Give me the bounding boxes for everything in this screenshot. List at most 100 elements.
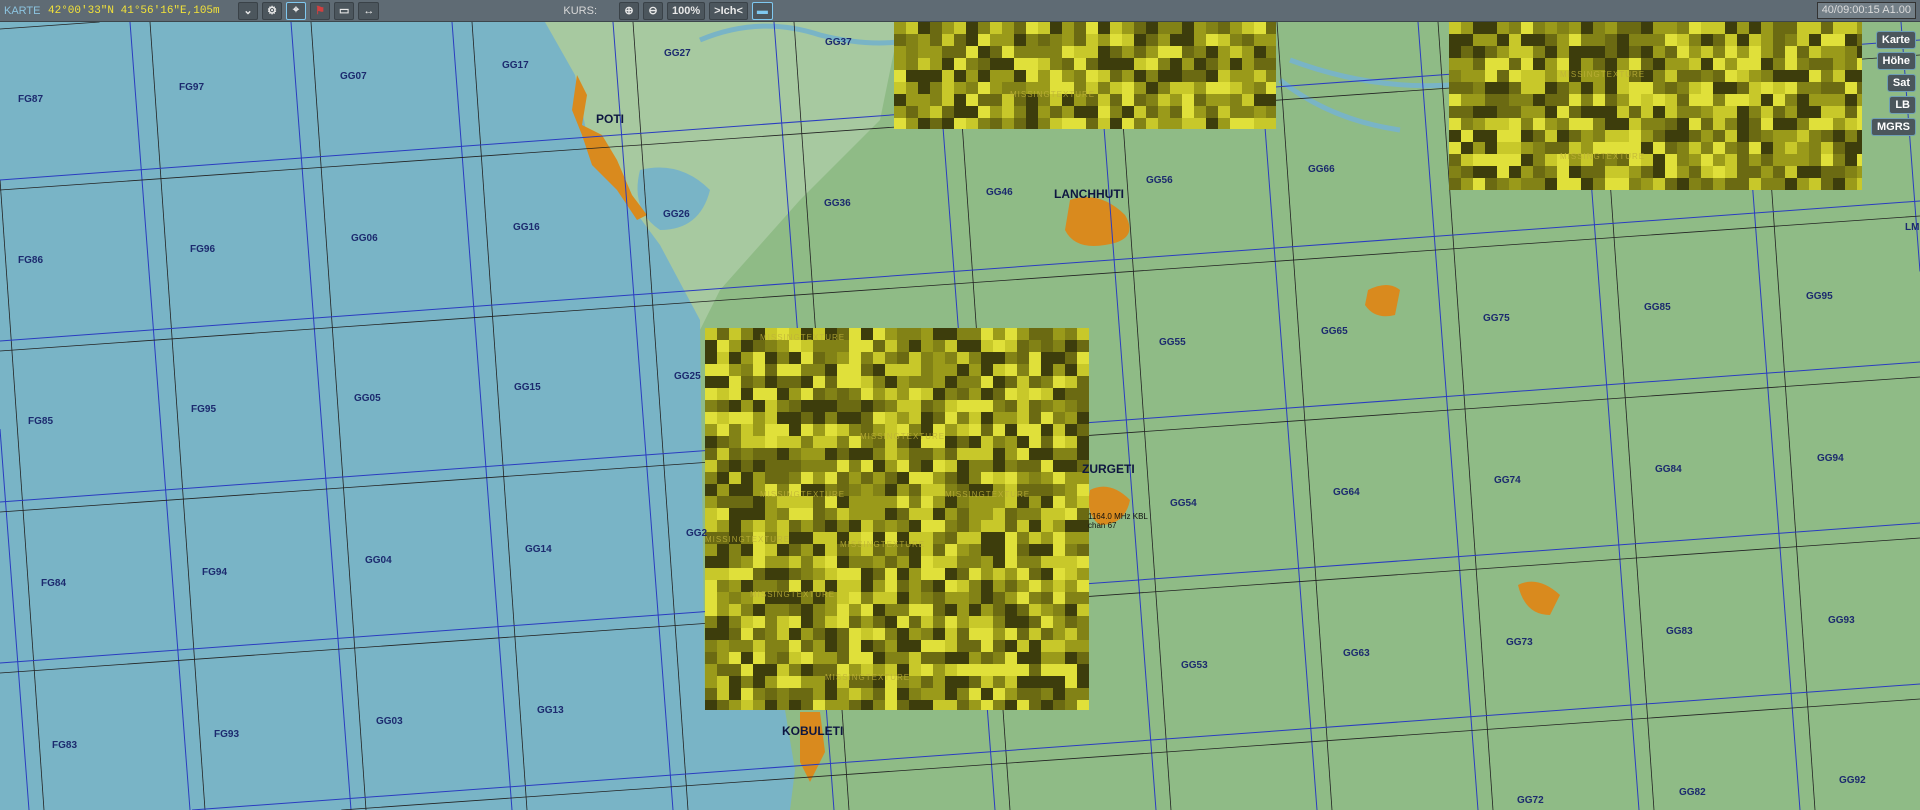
texture-cell <box>1098 82 1110 94</box>
radar-icon[interactable]: ⌖ <box>286 1 306 20</box>
texture-cell <box>1065 400 1077 412</box>
lb-button[interactable]: LB <box>1889 96 1916 114</box>
texture-cell <box>1029 496 1041 508</box>
texture-cell <box>945 628 957 640</box>
texture-cell <box>849 592 861 604</box>
texture-cell <box>1857 70 1862 82</box>
texture-cell <box>933 628 945 640</box>
texture-cell <box>1098 58 1110 70</box>
texture-cell <box>765 448 777 460</box>
texture-cell <box>1845 154 1857 166</box>
texture-cell <box>1701 70 1713 82</box>
texture-cell <box>837 616 849 628</box>
texture-cell <box>897 508 909 520</box>
texture-cell <box>1485 106 1497 118</box>
texture-cell <box>813 400 825 412</box>
texture-cell <box>789 352 801 364</box>
texture-cell <box>753 352 765 364</box>
texture-cell <box>825 412 837 424</box>
texture-cell <box>1677 178 1689 190</box>
texture-cell <box>705 388 717 400</box>
texture-cell <box>966 82 978 94</box>
texture-cell <box>1017 448 1029 460</box>
texture-cell <box>1230 118 1242 129</box>
texture-cell <box>921 580 933 592</box>
texture-cell <box>1449 58 1461 70</box>
mgrs-button[interactable]: MGRS <box>1871 118 1916 136</box>
texture-cell <box>1653 58 1665 70</box>
texture-cell <box>1521 142 1533 154</box>
texture-cell <box>753 616 765 628</box>
center-on-self-button[interactable]: >Ich< <box>709 1 748 20</box>
texture-cell <box>969 424 981 436</box>
texture-cell <box>1797 82 1809 94</box>
texture-cell <box>753 544 765 556</box>
texture-cell <box>1077 544 1089 556</box>
texture-cell <box>1029 376 1041 388</box>
texture-cell <box>981 448 993 460</box>
zoom-level[interactable]: 100% <box>667 1 706 20</box>
texture-cell <box>1617 94 1629 106</box>
grid-square-label: FG94 <box>202 567 228 578</box>
grid-square-label: GG65 <box>1321 326 1348 337</box>
texture-cell <box>1038 118 1050 129</box>
texture-cell <box>954 118 966 129</box>
hoehe-button[interactable]: Höhe <box>1876 52 1916 70</box>
texture-cell <box>1017 652 1029 664</box>
texture-cell <box>993 352 1005 364</box>
texture-cell <box>729 688 741 700</box>
texture-cell <box>1833 46 1845 58</box>
marker-icon[interactable]: ▭ <box>334 1 355 20</box>
texture-cell <box>861 508 873 520</box>
map-canvas[interactable] <box>0 0 1920 810</box>
texture-cell <box>930 94 942 106</box>
grid-square-label: GG93 <box>1828 615 1855 626</box>
texture-cell <box>1569 106 1581 118</box>
texture-cell <box>741 388 753 400</box>
top-toolbar: KARTE 42°00'33"N 41°56'16"E,105m ⌄ ⚙ ⌖ ⚑… <box>0 0 1920 22</box>
waypoint-icon[interactable]: ⚙ <box>262 1 282 20</box>
zoom-out-icon[interactable]: ⊖ <box>643 1 664 20</box>
texture-cell <box>993 388 1005 400</box>
sat-button[interactable]: Sat <box>1886 74 1916 92</box>
texture-cell <box>765 376 777 388</box>
texture-cell <box>1194 118 1206 129</box>
texture-cell <box>1461 94 1473 106</box>
target-icon[interactable]: ⚑ <box>310 1 330 20</box>
texture-cell <box>1689 130 1701 142</box>
texture-cell <box>1737 130 1749 142</box>
texture-cell <box>789 652 801 664</box>
texture-cell <box>825 568 837 580</box>
texture-cell <box>825 652 837 664</box>
texture-cell <box>1677 46 1689 58</box>
texture-cell <box>1809 70 1821 82</box>
texture-cell <box>777 400 789 412</box>
texture-cell <box>1077 424 1089 436</box>
karte-button[interactable]: Karte <box>1875 31 1916 49</box>
texture-cell <box>885 688 897 700</box>
texture-cell <box>993 448 1005 460</box>
texture-cell <box>1725 70 1737 82</box>
texture-cell <box>1122 46 1134 58</box>
texture-cell <box>969 328 981 340</box>
texture-cell <box>1617 106 1629 118</box>
texture-cell <box>849 604 861 616</box>
texture-cell <box>1053 592 1065 604</box>
route-icon[interactable]: ⌄ <box>238 1 258 20</box>
texture-cell <box>873 364 885 376</box>
texture-cell <box>1062 22 1074 34</box>
texture-cell <box>1170 118 1182 129</box>
collapse-icon[interactable]: ▬ <box>751 1 773 20</box>
texture-cell <box>1605 58 1617 70</box>
texture-cell <box>1053 604 1065 616</box>
measure-icon[interactable]: ↔ <box>358 1 380 20</box>
texture-cell <box>1182 106 1194 118</box>
texture-cell <box>1749 82 1761 94</box>
texture-cell <box>897 628 909 640</box>
texture-cell <box>1677 166 1689 178</box>
texture-cell <box>957 652 969 664</box>
texture-cell <box>849 340 861 352</box>
texture-cell <box>1029 364 1041 376</box>
zoom-in-icon[interactable]: ⊕ <box>619 1 640 20</box>
texture-cell <box>921 352 933 364</box>
